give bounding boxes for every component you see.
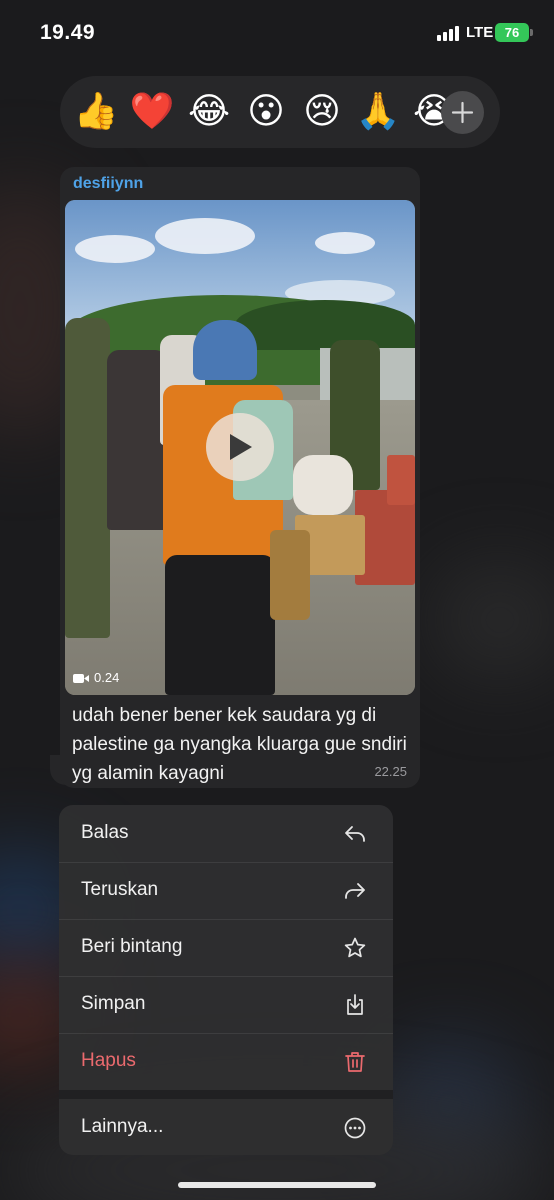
reaction-folded-hands[interactable]: 🙏 <box>354 88 402 136</box>
status-bar: 19.49 LTE 76 <box>0 0 554 70</box>
menu-item-label: Lainnya... <box>81 1116 164 1137</box>
reaction-bar: 👍 ❤️ 😂 😮 😢 🙏 😭 <box>60 76 500 148</box>
home-indicator[interactable] <box>178 1182 376 1188</box>
menu-item-label: Teruskan <box>81 879 159 900</box>
menu-item-more[interactable]: Lainnya... <box>59 1099 393 1155</box>
menu-item-label: Beri bintang <box>81 936 183 957</box>
forward-icon <box>345 883 365 899</box>
message-bubble[interactable]: desfiiynn 0.24 udah bener bener kek saud… <box>60 167 420 788</box>
menu-item-label: Hapus <box>81 1050 136 1071</box>
video-duration-badge: 0.24 <box>73 670 119 685</box>
star-icon <box>344 937 366 958</box>
menu-item-delete[interactable]: Hapus <box>59 1033 393 1090</box>
reaction-tears-of-joy[interactable]: 😂 <box>185 88 233 136</box>
trash-icon <box>345 1052 365 1072</box>
video-thumbnail[interactable]: 0.24 <box>65 200 415 695</box>
menu-item-forward[interactable]: Teruskan <box>59 862 393 919</box>
menu-item-label: Simpan <box>81 993 146 1014</box>
context-menu: Balas Teruskan Beri bintang Simpan Hapus… <box>59 805 393 1155</box>
menu-group-gap <box>59 1090 393 1099</box>
reaction-crying[interactable]: 😢 <box>298 88 346 136</box>
save-icon <box>347 994 363 1015</box>
cellular-signal-icon <box>437 25 463 41</box>
battery-indicator: 76 <box>495 23 529 42</box>
message-text: udah bener bener kek saudara yg di pales… <box>72 705 407 784</box>
reply-icon <box>345 826 365 842</box>
status-time: 19.49 <box>40 21 96 44</box>
more-reactions-button[interactable] <box>441 91 484 134</box>
menu-item-star[interactable]: Beri bintang <box>59 919 393 976</box>
menu-item-reply[interactable]: Balas <box>59 805 393 862</box>
play-button[interactable] <box>206 413 274 481</box>
network-type: LTE <box>466 24 494 41</box>
reaction-thumbs-up[interactable]: 👍 <box>72 88 120 136</box>
reaction-red-heart[interactable]: ❤️ <box>128 88 176 136</box>
reaction-open-mouth[interactable]: 😮 <box>242 88 290 136</box>
message-time: 22.25 <box>374 764 407 779</box>
video-camera-icon <box>73 674 89 683</box>
menu-item-save[interactable]: Simpan <box>59 976 393 1033</box>
plus-icon <box>451 101 474 124</box>
video-duration: 0.24 <box>94 670 120 685</box>
sender-name[interactable]: desfiiynn <box>73 175 143 193</box>
play-icon <box>230 434 252 460</box>
menu-item-label: Balas <box>81 822 129 843</box>
battery-tip <box>530 29 533 36</box>
more-icon <box>344 1117 366 1139</box>
